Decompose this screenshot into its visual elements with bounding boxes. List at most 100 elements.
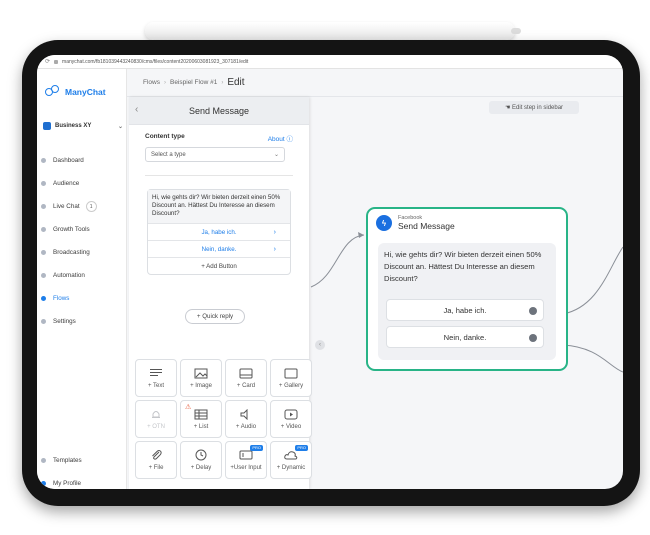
- sidebar-item-live-chat[interactable]: Live Chat 1: [37, 195, 127, 218]
- hint-label: Edit step in sidebar: [512, 104, 564, 111]
- chevron-down-icon: ⌄: [273, 152, 279, 158]
- sidebar-item-settings[interactable]: Settings: [37, 310, 127, 333]
- node-button-no[interactable]: Nein, danke.: [386, 326, 544, 348]
- clock-icon: [194, 449, 208, 461]
- add-dynamic-tile[interactable]: PRO + Dynamic: [270, 441, 312, 479]
- tile-label: + Gallery: [278, 382, 304, 389]
- audio-icon: [239, 408, 253, 420]
- sidebar-item-templates[interactable]: Templates: [37, 449, 127, 472]
- add-button[interactable]: + Add Button: [148, 257, 290, 274]
- browser-url-bar[interactable]: ⟳ manychat.com/fb181039443240830/cms/fil…: [37, 55, 623, 69]
- add-text-tile[interactable]: + Text: [135, 359, 177, 397]
- panel-title: Send Message: [188, 105, 250, 116]
- sidebar-item-audience[interactable]: Audience: [37, 172, 127, 195]
- add-list-tile[interactable]: ⚠ + List: [180, 400, 222, 438]
- messenger-icon: ϟ: [376, 215, 392, 231]
- sidebar-item-label: My Profile: [53, 480, 81, 487]
- image-icon: [194, 368, 208, 379]
- tablet-frame: ⟳ manychat.com/fb181039443240830/cms/fil…: [22, 40, 640, 506]
- send-message-node[interactable]: ϟ Facebook Send Message Hi, wie gehts di…: [366, 207, 568, 371]
- button-label: Ja, habe ich.: [443, 305, 487, 315]
- breadcrumb-flow-link[interactable]: Beispiel Flow #1: [170, 79, 217, 86]
- chevron-down-icon: ⌄: [117, 123, 123, 130]
- chevron-right-icon: ›: [221, 79, 224, 86]
- page-title: Edit: [227, 77, 245, 88]
- brand-logo[interactable]: ManyChat: [45, 85, 106, 99]
- bell-icon: [149, 409, 163, 420]
- chevron-right-icon: ›: [273, 245, 276, 253]
- sidebar-item-automation[interactable]: Automation: [37, 264, 127, 287]
- chevron-right-icon: ›: [163, 79, 166, 86]
- sidebar-item-growth-tools[interactable]: Growth Tools: [37, 218, 127, 241]
- tile-label: + Image: [190, 382, 212, 389]
- tile-label: + OTN: [147, 423, 165, 430]
- node-button-yes[interactable]: Ja, habe ich.: [386, 299, 544, 321]
- about-label: About: [267, 136, 285, 143]
- pencil-tip: [511, 28, 521, 34]
- tablet-screen: ⟳ manychat.com/fb181039443240830/cms/fil…: [37, 55, 623, 489]
- tile-label: +User Input: [230, 464, 262, 471]
- message-text[interactable]: Hi, wie gehts dir? Wir bieten derzeit ei…: [148, 190, 290, 223]
- tile-label: + Dynamic: [276, 464, 306, 471]
- account-name: Business XY: [55, 123, 92, 129]
- apple-pencil: [145, 22, 521, 40]
- content-type-select[interactable]: Select a type ⌄: [145, 147, 285, 162]
- templates-icon: [41, 458, 46, 463]
- add-file-tile[interactable]: + File: [135, 441, 177, 479]
- gear-icon: [41, 319, 46, 324]
- add-video-tile[interactable]: + Video: [270, 400, 312, 438]
- sidebar-item-label: Automation: [53, 272, 85, 279]
- message-button-no[interactable]: Nein, danke. ›: [148, 240, 290, 257]
- add-user-input-tile[interactable]: PRO +User Input: [225, 441, 267, 479]
- button-label: Ja, habe ich.: [201, 228, 237, 236]
- add-gallery-tile[interactable]: + Gallery: [270, 359, 312, 397]
- about-link[interactable]: About ⓘ: [268, 133, 293, 143]
- account-avatar: [43, 122, 51, 130]
- quick-reply-button[interactable]: + Quick reply: [185, 309, 245, 324]
- sidebar-item-label: Audience: [53, 180, 80, 187]
- input-icon: [239, 450, 253, 461]
- tile-label: + Text: [147, 382, 165, 389]
- add-audio-tile[interactable]: + Audio: [225, 400, 267, 438]
- live-chat-count-badge: 1: [85, 201, 97, 212]
- send-message-panel: ‹ Send Message Content type About ⓘ Sele…: [129, 97, 312, 489]
- tile-label: + List: [193, 423, 209, 430]
- sidebar-item-flows[interactable]: Flows: [37, 287, 127, 310]
- chevron-right-icon: ›: [273, 228, 276, 236]
- sidebar-item-label: Settings: [53, 318, 76, 325]
- button-label: Nein, danke.: [201, 245, 237, 253]
- content-type-row: Content type About ⓘ: [145, 133, 293, 143]
- edit-step-hint: ☚ Edit step in sidebar: [489, 101, 579, 114]
- sidebar-item-label: Flows: [53, 295, 70, 302]
- content-type-label: Content type: [145, 133, 185, 140]
- add-delay-tile[interactable]: + Delay: [180, 441, 222, 479]
- lock-icon: [54, 59, 59, 64]
- add-otn-tile[interactable]: + OTN: [135, 400, 177, 438]
- video-icon: [284, 409, 298, 420]
- divider: [145, 175, 293, 176]
- content-tiles: + Text + Image + Card + Gallery + OTN ⚠ …: [135, 359, 312, 479]
- sidebar-item-label: Dashboard: [53, 157, 84, 164]
- sidebar-item-my-profile[interactable]: My Profile: [37, 472, 127, 489]
- message-button-yes[interactable]: Ja, habe ich. ›: [148, 223, 290, 240]
- add-image-tile[interactable]: + Image: [180, 359, 222, 397]
- add-card-tile[interactable]: + Card: [225, 359, 267, 397]
- tile-label: + File: [148, 464, 164, 471]
- breadcrumb: Flows › Beispiel Flow #1 › Edit: [127, 69, 623, 97]
- account-switcher[interactable]: Business XY ⌄: [43, 119, 123, 133]
- breadcrumb-flows-link[interactable]: Flows: [143, 79, 160, 86]
- sidebar-item-broadcasting[interactable]: Broadcasting: [37, 241, 127, 264]
- pro-badge: PRO: [250, 445, 263, 451]
- connection-port[interactable]: [529, 334, 537, 342]
- connection-port[interactable]: [529, 307, 537, 315]
- reload-icon[interactable]: ⟳: [45, 58, 50, 65]
- flow-canvas[interactable]: ☚ Edit step in sidebar ‹ ϟ Facebook Send…: [309, 97, 623, 489]
- tile-label: + Card: [236, 382, 256, 389]
- collapse-panel-button[interactable]: ‹: [315, 340, 325, 350]
- sidebar-bottom-nav: Templates My Profile: [37, 449, 127, 489]
- node-title: Send Message: [398, 221, 455, 231]
- chevron-left-icon[interactable]: ‹: [135, 104, 138, 115]
- url-text[interactable]: manychat.com/fb181039443240830/cms/files…: [62, 59, 248, 65]
- sidebar-item-label: Templates: [53, 457, 82, 464]
- sidebar-item-dashboard[interactable]: Dashboard: [37, 149, 127, 172]
